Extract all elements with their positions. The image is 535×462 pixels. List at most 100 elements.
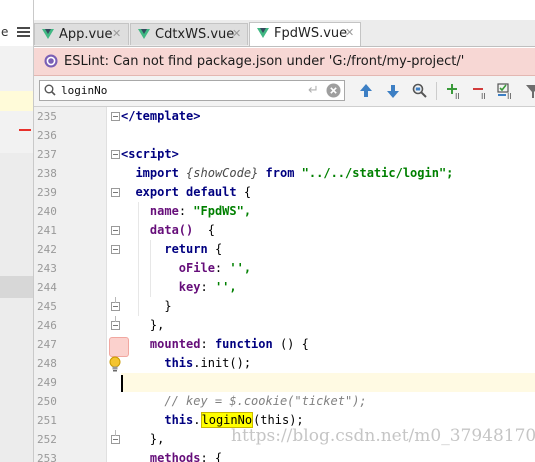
line-number: 235 (37, 110, 57, 123)
left-pane-error-mark (19, 129, 31, 131)
fold-marker[interactable] (111, 150, 120, 159)
line-number: 249 (37, 376, 57, 389)
filter-icon[interactable] (524, 82, 535, 100)
select-all-occurrences-icon[interactable]: II (496, 82, 514, 100)
line-number: 236 (37, 129, 57, 142)
gutter-line: 241 (34, 221, 106, 240)
code-line-248: this.init(); (121, 354, 535, 373)
tab-label: CdtxWS.vue (155, 27, 235, 42)
code-token: () { (272, 337, 309, 351)
fold-marker[interactable] (111, 316, 120, 330)
svg-text:II: II (455, 92, 460, 100)
close-icon[interactable]: ✕ (232, 27, 241, 40)
gutter-line: 253 (34, 449, 106, 462)
fold-marker[interactable] (111, 188, 120, 197)
find-toolbar: ↵ II II II (34, 76, 535, 107)
previous-occurrence-icon[interactable] (357, 82, 375, 100)
code-token: </template> (121, 109, 201, 123)
code-token: <script> (121, 147, 179, 161)
gutter-line: 252 (34, 430, 106, 449)
code-token: }, (149, 432, 165, 446)
code-line-242: return { (121, 240, 535, 259)
left-pane-tab-label[interactable]: e (1, 25, 8, 39)
code-token: .init(); (193, 356, 252, 370)
gutter-line: 247 (34, 335, 106, 354)
tab-cdtxws-vue[interactable]: CdtxWS.vue ✕ (130, 23, 248, 45)
code-line-246: }, (121, 316, 535, 335)
watermark: https://blog.csdn.net/m0_37948170 (231, 426, 535, 446)
fold-marker[interactable] (111, 112, 120, 121)
left-pane-selected-row (0, 276, 33, 298)
code-line-241: data() { (121, 221, 535, 240)
code-line-249-current[interactable] (121, 373, 535, 392)
line-number: 250 (37, 395, 57, 408)
code-editor[interactable]: 235 236 237 238 239 240 241 242 243 244 … (34, 107, 535, 462)
code-line-253: methods: { (121, 449, 535, 462)
lightbulb-icon[interactable] (108, 356, 122, 372)
left-pane-gutter (0, 153, 33, 462)
find-all-icon[interactable] (411, 82, 429, 100)
tab-label: App.vue (59, 27, 113, 42)
code-token: key (178, 280, 201, 294)
code-token: this (164, 413, 194, 427)
gutter-line: 249 (34, 373, 106, 392)
code-comment: // key = $.cookie("ticket"); (164, 394, 367, 408)
code-line-250: // key = $.cookie("ticket"); (121, 392, 535, 411)
line-number: 253 (37, 452, 57, 462)
line-number: 247 (37, 338, 57, 351)
code-line-235: </template> (121, 107, 535, 126)
vue-file-icon (138, 29, 150, 39)
fold-marker[interactable] (111, 245, 120, 254)
code-token: "FpdWS", (193, 204, 252, 218)
fold-marker[interactable] (111, 430, 120, 444)
tab-fpdws-vue[interactable]: FpdWS.vue ✕ (249, 22, 361, 46)
remove-occurrence-icon[interactable]: II (470, 82, 488, 100)
code-token: import (135, 166, 179, 180)
left-editor-pane: e (0, 0, 34, 462)
code-token: { (193, 223, 215, 237)
code-line-239: export default { (121, 183, 535, 202)
gutter-line: 244 (34, 278, 106, 297)
code-line-238: import {showCode} from "../../static/log… (121, 164, 535, 183)
code-token: "../../static/login"; (301, 166, 454, 180)
line-number: 237 (37, 148, 57, 161)
hamburger-icon[interactable] (17, 27, 30, 37)
line-number: 246 (37, 319, 57, 332)
left-pane-current-line (0, 91, 33, 111)
add-occurrence-icon[interactable]: II (444, 82, 462, 100)
line-number: 252 (37, 433, 57, 446)
code-token: } (164, 299, 172, 313)
error-marker[interactable] (109, 337, 129, 357)
code-token: { (207, 242, 223, 256)
gutter-line: 243 (34, 259, 106, 278)
eslint-notification: ESLint: Can not find package.json under … (34, 48, 535, 76)
line-number: 241 (37, 224, 57, 237)
close-icon[interactable]: ✕ (112, 27, 121, 40)
code-token: (this); (253, 413, 304, 427)
code-line-245: } (121, 297, 535, 316)
code-token: }, (149, 318, 165, 332)
enter-icon[interactable]: ↵ (308, 83, 319, 98)
vue-file-icon (257, 28, 269, 38)
gutter-line: 238 (34, 164, 106, 183)
code-token: {showCode} (186, 166, 259, 180)
line-number: 251 (37, 414, 57, 427)
search-input[interactable] (61, 83, 301, 98)
fold-marker[interactable] (111, 226, 120, 235)
search-field[interactable]: ↵ (39, 80, 345, 101)
code-token: { (236, 185, 252, 199)
close-icon[interactable]: ✕ (345, 26, 354, 39)
line-number-gutter: 235 236 237 238 239 240 241 242 243 244 … (34, 107, 107, 462)
gutter-line: 240 (34, 202, 106, 221)
gutter-line: 242 (34, 240, 106, 259)
notification-text: ESLint: Can not find package.json under … (64, 54, 465, 69)
search-icon[interactable] (44, 84, 57, 97)
code-token: this (164, 356, 194, 370)
code-token: oFile (178, 261, 215, 275)
next-occurrence-icon[interactable] (384, 82, 402, 100)
clear-search-icon[interactable] (326, 83, 341, 98)
fold-marker[interactable] (111, 297, 120, 311)
tab-app-vue[interactable]: App.vue ✕ (34, 23, 129, 45)
line-number: 238 (37, 167, 57, 180)
code-token: mounted (149, 337, 201, 351)
